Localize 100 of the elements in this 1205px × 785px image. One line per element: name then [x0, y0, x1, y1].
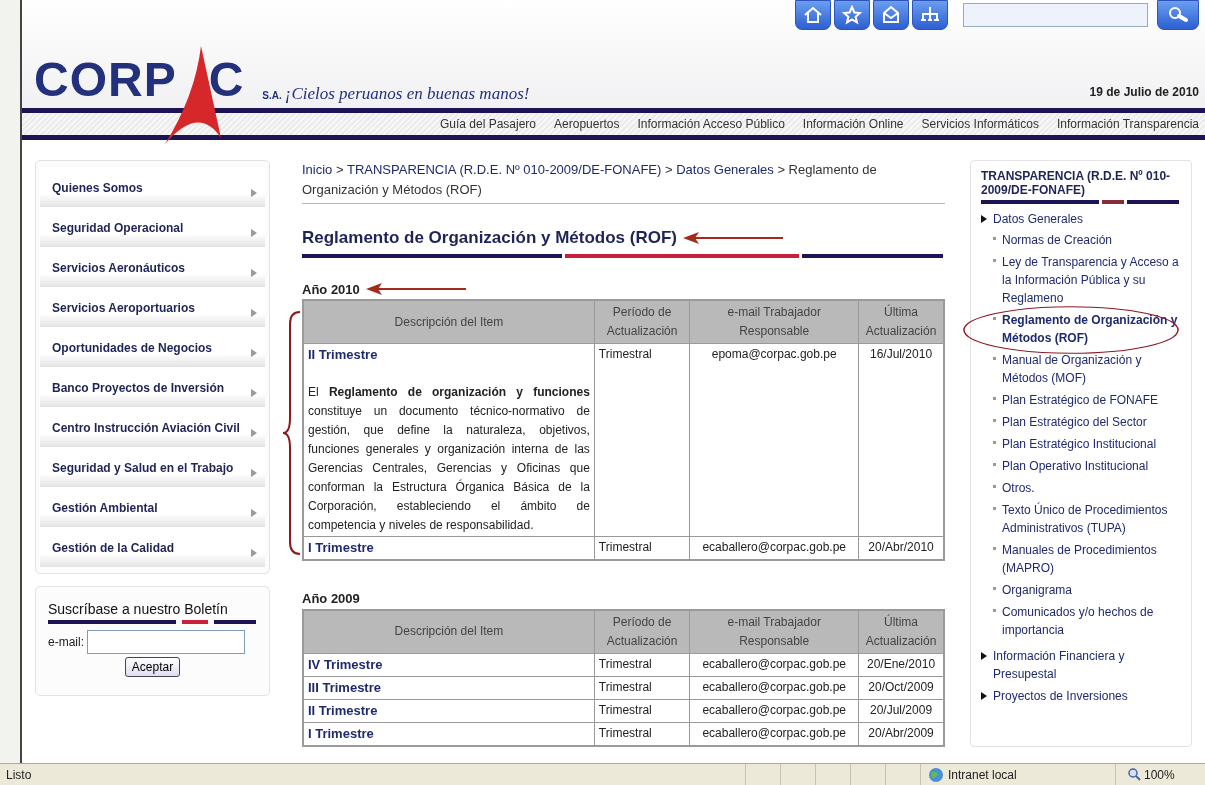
- status-text: Listo: [5, 766, 33, 784]
- bullet-icon: [993, 547, 996, 550]
- security-zone: Intranet local: [948, 766, 1017, 784]
- triangle-icon: [981, 652, 987, 660]
- table-cell: ecaballero@corpac.gob.pe: [689, 722, 859, 746]
- search-field[interactable]: [963, 3, 1148, 27]
- bullet-icon: [993, 463, 996, 466]
- triangle-icon: [251, 309, 257, 317]
- email-field[interactable]: [87, 630, 245, 654]
- table-cell: Trimestral: [594, 343, 690, 537]
- panel-link[interactable]: Comunicados y/o hechos de importancia: [1002, 603, 1181, 639]
- panel-link[interactable]: Datos Generales: [993, 210, 1181, 228]
- triangle-icon: [981, 215, 987, 223]
- column-header: Descripción del Item: [303, 300, 595, 344]
- column-header: e-mail Trabajador Responsable: [689, 300, 859, 344]
- column-header: Última Actualización: [858, 300, 944, 344]
- triangle-icon: [251, 429, 257, 437]
- table-cell: ecaballero@corpac.gob.pe: [689, 699, 859, 722]
- triangle-icon: [251, 189, 257, 197]
- triangle-icon: [251, 349, 257, 357]
- page-title: Reglamento de Organización y Métodos (ROF): [302, 227, 677, 249]
- bullet-icon: [993, 485, 996, 488]
- logo-text: C: [208, 56, 245, 104]
- date-text: 19 de Julio de 2010: [1089, 84, 1199, 101]
- breadcrumb: Inicio > TRANSPARENCIA (R.D.E. Nº 010-2009/DE-FONAFE) > Datos Generales > Reglamento de Organización y Métodos (ROF): [302, 160, 945, 204]
- search-icon: [1167, 6, 1189, 24]
- breadcrumb-link[interactable]: Inicio: [302, 162, 333, 177]
- panel-link[interactable]: Organigrama: [1002, 581, 1073, 599]
- triangle-icon: [251, 549, 257, 557]
- favorites-button[interactable]: [834, 0, 870, 30]
- item-description: El Reglamento de organización y funciones constituye un documento técnico-normativo de gestión, que define la naturaleza, objetivos, funciones generales y organización interna de las Gerencias Centrales, Gerencias y Oficinas que conforman la Estructura Órganica Básica de la Corporación, estableciendo el ámbito de competencia y niveles de responsabilidad.: [308, 384, 590, 534]
- column-header: Período de Actualización: [594, 300, 690, 344]
- panel-link[interactable]: Manual de Organización y Métodos (MOF): [1002, 351, 1181, 387]
- tagline: ¡Cielos peruanos en buenas manos!: [284, 84, 530, 104]
- bullet-icon: [993, 259, 996, 262]
- panel-link[interactable]: Plan Operativo Institucional: [1002, 457, 1149, 475]
- zoom-level: 100%: [1144, 766, 1175, 784]
- sitemap-button[interactable]: [912, 0, 948, 30]
- triangle-icon: [981, 692, 987, 700]
- newsletter-title: Suscríbase a nuestro Boletín: [48, 600, 229, 619]
- home-button[interactable]: [795, 0, 831, 30]
- zoom-icon: [1128, 768, 1141, 781]
- nav-link-item[interactable]: Información Online: [802, 115, 904, 133]
- bullet-icon: [993, 587, 996, 590]
- panel-link[interactable]: Texto Único de Procedimientos Administrativos (TUPA): [1002, 501, 1181, 537]
- nav-link-item[interactable]: Aeropuertos: [554, 115, 620, 133]
- item-link[interactable]: III Trimestre: [308, 679, 381, 695]
- bullet-icon: [993, 419, 996, 422]
- year-heading: Año 2009: [302, 590, 360, 608]
- accept-button[interactable]: Aceptar: [124, 657, 181, 677]
- panel-link[interactable]: Plan Estratégico de FONAFE: [1002, 391, 1159, 409]
- table-cell: epoma@corpac.gob.pe: [689, 343, 859, 537]
- bullet-icon: [993, 357, 996, 360]
- item-link[interactable]: II Trimestre: [308, 702, 378, 718]
- bullet-icon: [993, 507, 996, 510]
- triangle-icon: [251, 229, 257, 237]
- globe-icon: [927, 766, 945, 783]
- panel-link[interactable]: Otros.: [1002, 479, 1035, 497]
- nav-link-item[interactable]: Información Transparencia: [1056, 115, 1199, 133]
- home-icon: [803, 5, 823, 25]
- table-cell: 16/Jul/2010: [858, 343, 944, 537]
- bullet-icon: [993, 397, 996, 400]
- nav-link-item[interactable]: Servicios Informáticos: [921, 115, 1039, 133]
- panel-link[interactable]: Manuales de Procedimientos (MAPRO): [1002, 541, 1181, 577]
- star-icon: [842, 5, 862, 25]
- panel-link[interactable]: Plan Estratégico Institucional: [1002, 435, 1157, 453]
- logo-text: CORP: [34, 56, 177, 104]
- triangle-icon: [251, 389, 257, 397]
- column-header: e-mail Trabajador Responsable: [689, 609, 859, 653]
- table-cell: ecaballero@corpac.gob.pe: [689, 653, 859, 676]
- nav-link-item[interactable]: Información Acceso Público: [637, 115, 785, 133]
- item-link[interactable]: I Trimestre: [308, 725, 374, 741]
- item-link[interactable]: II Trimestre: [308, 347, 378, 362]
- panel-link[interactable]: Plan Estratégico del Sector: [1002, 413, 1147, 431]
- table-cell: ecaballero@corpac.gob.pe: [689, 536, 859, 560]
- nav-link-item[interactable]: Guía del Pasajero: [439, 115, 537, 133]
- panel-link[interactable]: Información Financiera y Presupestal: [993, 647, 1181, 683]
- bullet-icon: [993, 441, 996, 444]
- mail-button[interactable]: [873, 0, 909, 30]
- triangle-icon: [251, 509, 257, 517]
- breadcrumb-link[interactable]: TRANSPARENCIA (R.D.E. Nº 010-2009/DE-FONAFE): [346, 162, 662, 177]
- panel-link[interactable]: Proyectos de Inversiones: [993, 687, 1128, 705]
- breadcrumb-link[interactable]: Datos Generales: [676, 162, 774, 177]
- table-cell: ecaballero@corpac.gob.pe: [689, 676, 859, 699]
- item-link[interactable]: I Trimestre: [308, 540, 374, 555]
- envelope-icon: [881, 5, 901, 25]
- company-suffix: S.A.: [262, 90, 282, 101]
- column-header: Descripción del Item: [303, 609, 595, 653]
- search-button[interactable]: [1157, 0, 1199, 30]
- triangle-icon: [251, 469, 257, 477]
- column-header: Última Actualización: [858, 609, 944, 653]
- panel-title: TRANSPARENCIA (R.D.E. Nº 010-2009/DE-FONAFE): [981, 169, 1172, 197]
- bullet-icon: [993, 317, 996, 320]
- bullet-icon: [993, 609, 996, 612]
- panel-link[interactable]: Ley de Transparencia y Acceso a la Información Pública y su Reglameno: [1002, 253, 1181, 307]
- year-heading: Año 2010: [302, 280, 360, 299]
- column-header: Período de Actualización: [594, 609, 690, 653]
- triangle-icon: [251, 269, 257, 277]
- panel-link[interactable]: Normas de Creación: [1002, 231, 1113, 249]
- item-link[interactable]: IV Trimestre: [308, 656, 383, 672]
